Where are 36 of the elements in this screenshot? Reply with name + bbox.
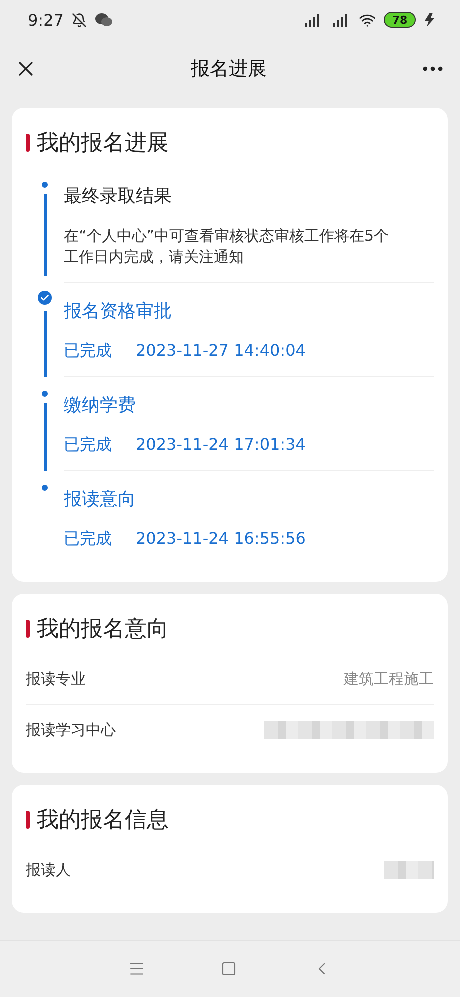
section-title: 我的报名进展: [37, 130, 169, 158]
page-title: 报名进展: [191, 57, 267, 82]
timeline-dot: [42, 485, 48, 491]
accent-bar: [26, 620, 30, 638]
timeline-dot: [42, 391, 48, 397]
chat-bubbles-icon: [94, 13, 113, 27]
battery: 78: [384, 12, 416, 28]
menu-icon[interactable]: [128, 960, 146, 978]
step-title: 报读意向: [64, 488, 137, 511]
section-title: 我的报名信息: [37, 807, 169, 835]
step-time: 2023-11-24 17:01:34: [136, 435, 306, 456]
step-status: 已完成: [64, 435, 112, 456]
accent-bar: [26, 811, 30, 829]
redacted-value: [384, 861, 434, 879]
accent-bar: [26, 134, 30, 152]
field-label: 报读学习中心: [26, 720, 116, 740]
step-title: 报名资格审批: [64, 300, 173, 323]
charging-icon: [424, 13, 436, 27]
step-time: 2023-11-27 14:40:04: [136, 341, 306, 362]
timeline-line: [44, 311, 46, 377]
timeline-dot: [42, 182, 48, 188]
field-label: 报读人: [26, 860, 71, 880]
bell-off-icon: [72, 12, 87, 28]
step-time: 2023-11-24 16:55:56: [136, 529, 306, 550]
step-status: 已完成: [64, 529, 112, 550]
home-icon[interactable]: [220, 961, 237, 977]
field-label: 报读专业: [26, 670, 86, 688]
step-title: 最终录取结果: [64, 185, 173, 208]
timeline-line: [44, 403, 46, 471]
clock: 9:27: [28, 10, 64, 30]
step-title: 缴纳学费: [64, 394, 137, 417]
section-title: 我的报名意向: [37, 616, 169, 644]
field-value: 建筑工程施工: [344, 670, 434, 688]
check-icon: [38, 291, 52, 305]
step-description: 在“个人中心”中可查看审核状态审核工作将在5个工作日内完成，请关注通知: [64, 226, 390, 268]
step-status: 已完成: [64, 341, 112, 362]
